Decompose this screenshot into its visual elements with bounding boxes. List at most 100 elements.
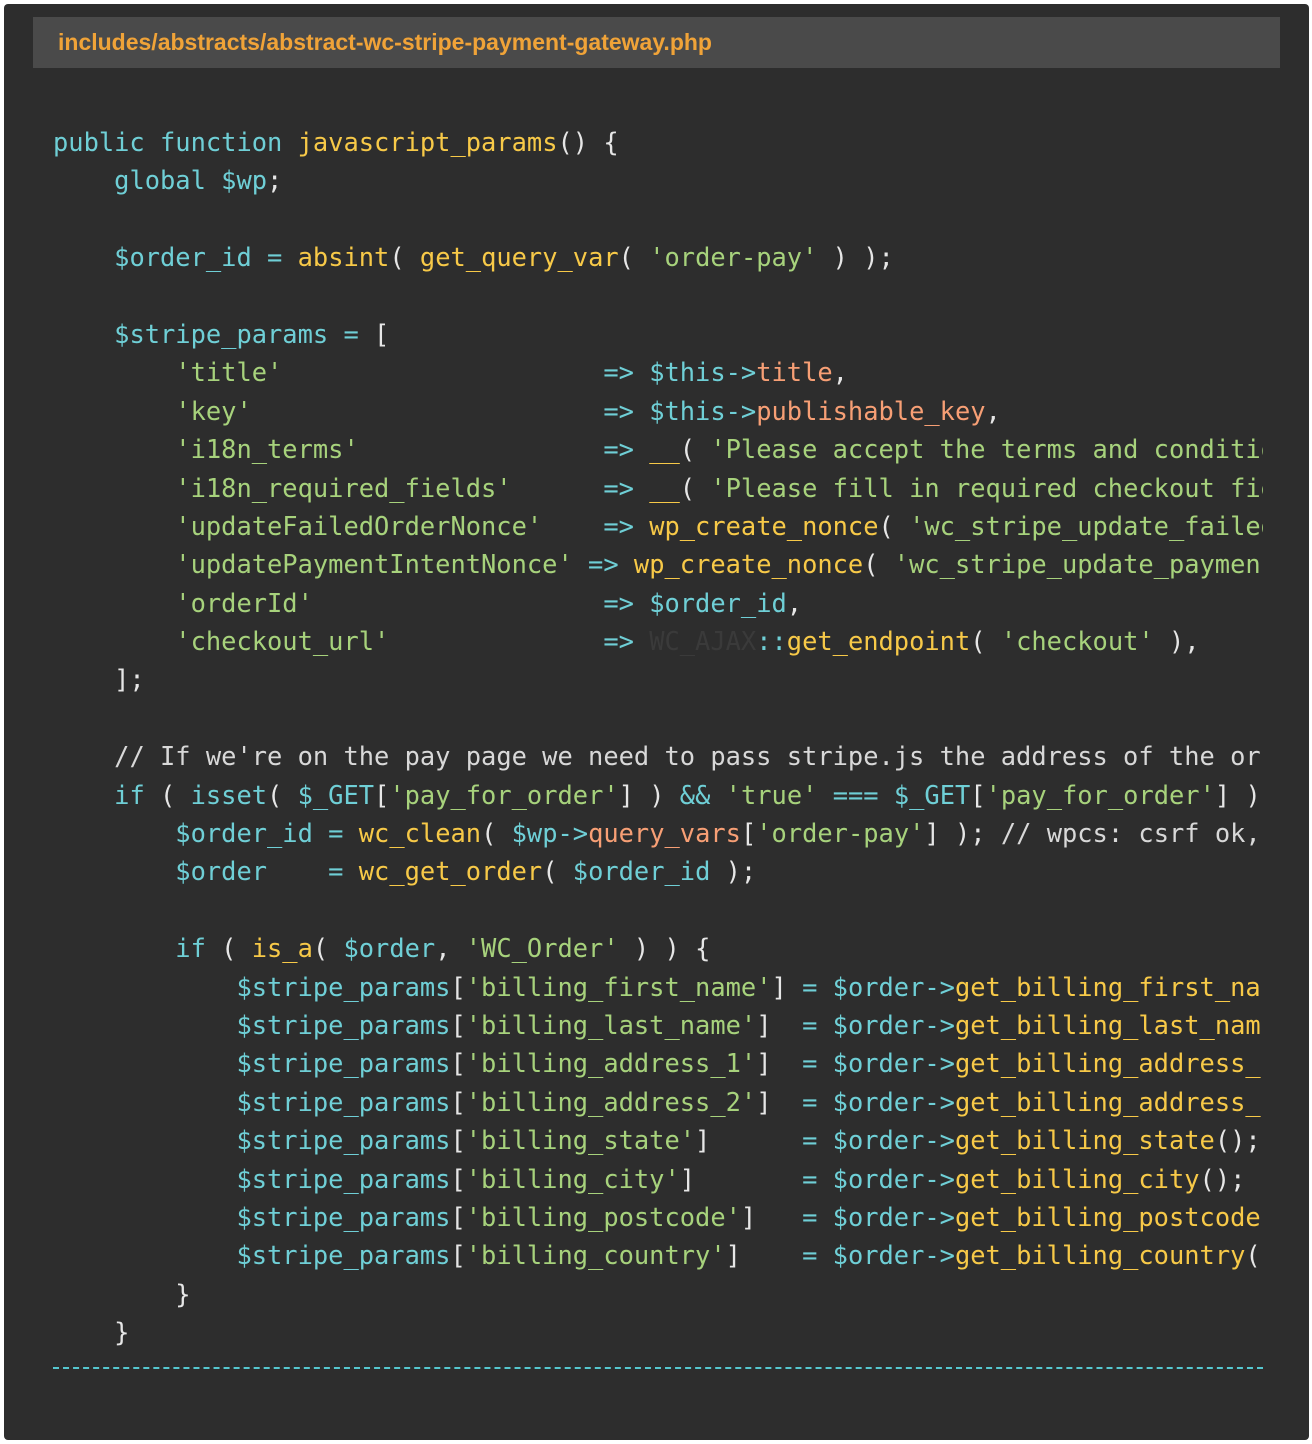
code-line: 'orderId' => $order_id, — [53, 584, 1263, 622]
code-token: 'i18n_terms' — [175, 434, 359, 465]
code-token: => — [603, 434, 634, 465]
code-token: 'order-pay' — [756, 818, 925, 849]
code-token: (); — [1199, 1163, 1246, 1194]
code-token: wc_get_order — [358, 856, 543, 887]
code-token: ] ) — [618, 779, 680, 810]
code-token: $order_id — [649, 587, 787, 618]
code-token: ( — [312, 933, 344, 964]
code-token: = — [802, 1201, 818, 1232]
code-token: ] — [740, 1201, 803, 1232]
code-token: publishable_key — [756, 395, 986, 426]
code-token: 'Please accept the terms and conditio — [710, 434, 1263, 465]
code-token: , — [832, 357, 848, 388]
code-token: -> — [924, 1086, 955, 1117]
code-token: => — [603, 587, 634, 618]
code-token: $order — [832, 1048, 925, 1079]
code-token: absint — [297, 242, 390, 273]
code-line: 'i18n_terms' => __( 'Please accept the t… — [53, 430, 1263, 468]
code-line: if ( is_a( $order, 'WC_Order' ) ) { — [53, 929, 1263, 967]
code-token: = — [802, 971, 818, 1002]
code-token: 'wc_stripe_update_failed — [909, 510, 1263, 541]
code-token: :: — [756, 626, 787, 657]
code-token: 'billing_postcode' — [465, 1201, 741, 1232]
code-line: $stripe_params['billing_first_name'] = $… — [53, 968, 1263, 1006]
code-block: public function javascript_params() { gl… — [53, 123, 1263, 1352]
code-token: 'updatePaymentIntentNonce' — [175, 549, 573, 580]
code-token: $order — [175, 856, 268, 887]
code-token: [ — [450, 1240, 466, 1271]
code-token: $stripe_params — [236, 1048, 451, 1079]
code-token: -> — [924, 1009, 955, 1040]
code-token: 'updateFailedOrderNonce' — [175, 510, 543, 541]
code-token: $stripe_params — [114, 318, 329, 349]
code-token: = — [802, 1240, 818, 1271]
code-token: wp_create_nonce — [633, 549, 864, 580]
code-token: = — [802, 1009, 818, 1040]
code-line: $order = wc_get_order( $order_id ); — [53, 852, 1263, 890]
code-token: ] — [756, 1048, 803, 1079]
code-line: $stripe_params['billing_address_1'] = $o… — [53, 1044, 1263, 1082]
code-token: , — [786, 587, 803, 618]
code-token: $stripe_params — [236, 971, 451, 1002]
code-token: ( — [863, 549, 894, 580]
code-token: ( — [618, 242, 650, 273]
code-token: $stripe_params — [236, 1009, 451, 1040]
code-token: => — [603, 510, 634, 541]
code-token: 'orderId' — [175, 587, 313, 618]
code-line: // If we're on the pay page we need to p… — [53, 737, 1263, 775]
code-line: public function javascript_params() { — [53, 123, 1263, 161]
code-token: 'true' — [725, 779, 818, 810]
code-token: 'billing_country' — [465, 1240, 726, 1271]
code-token: ] — [756, 1009, 803, 1040]
code-line: ]; — [53, 660, 1263, 698]
code-token: => — [603, 395, 634, 426]
code-token: $stripe_params — [236, 1240, 451, 1271]
code-token: 'order-pay' — [649, 242, 818, 273]
code-token: ]; — [53, 664, 145, 695]
code-token: ) ); — [817, 242, 894, 273]
code-token: get_billing_city — [954, 1163, 1200, 1194]
code-token: ( — [679, 434, 711, 465]
code-token: 'pay_for_order' — [389, 779, 619, 810]
code-token: ] — [756, 1086, 803, 1117]
code-token: $stripe_params — [236, 1086, 451, 1117]
code-line: 'checkout_url' => WC_AJAX::get_endpoint(… — [53, 622, 1263, 660]
code-token: , — [435, 933, 466, 964]
code-token: -> — [924, 971, 955, 1002]
code-token: // If we're on the pay page we need to p… — [114, 741, 1261, 772]
code-token: => — [603, 626, 634, 657]
code-line: $stripe_params = [ — [53, 315, 1263, 353]
code-token: 'billing_state' — [465, 1125, 696, 1156]
code-token: , — [985, 395, 1001, 426]
code-token: 'title' — [175, 357, 283, 388]
code-token: = — [267, 242, 283, 273]
code-token: [ — [450, 971, 466, 1002]
code-token: ) ) { — [618, 933, 711, 964]
code-token: function — [160, 127, 283, 157]
code-token: ] ); — [924, 818, 1001, 849]
